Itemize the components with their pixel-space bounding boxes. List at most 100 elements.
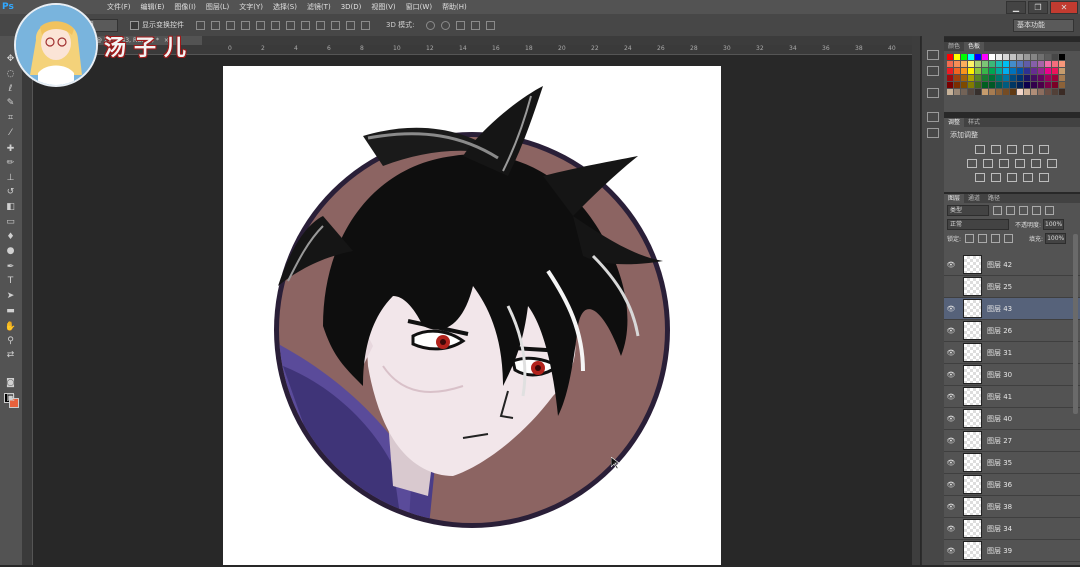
swatch[interactable]	[982, 61, 988, 67]
layer-visibility-icon[interactable]: 👁	[944, 547, 958, 555]
menu-item-9[interactable]: 窗口(W)	[401, 0, 437, 14]
swatch[interactable]	[975, 82, 981, 88]
color-balance-icon[interactable]	[983, 159, 993, 168]
swatch[interactable]	[947, 89, 953, 95]
close-button[interactable]: ✕	[1050, 1, 1078, 14]
swatch[interactable]	[1052, 68, 1058, 74]
swatch[interactable]	[982, 75, 988, 81]
swap-colors-icon[interactable]: ⇄	[4, 350, 17, 361]
align-center-icon[interactable]	[256, 20, 265, 30]
swatch[interactable]	[989, 68, 995, 74]
menu-item-7[interactable]: 3D(D)	[336, 0, 367, 14]
layer-visibility-icon[interactable]: 👁	[944, 415, 958, 423]
swatch[interactable]	[996, 89, 1002, 95]
eraser-tool-icon[interactable]: ◧	[4, 202, 17, 213]
swatch[interactable]	[1045, 89, 1051, 95]
swatch[interactable]	[1038, 82, 1044, 88]
lock-transparent-icon[interactable]	[965, 233, 975, 243]
swatch[interactable]	[1038, 61, 1044, 67]
layer-row[interactable]: 👁 图层 26	[944, 320, 1080, 342]
black-white-icon[interactable]	[999, 159, 1009, 168]
swatch[interactable]	[1059, 89, 1065, 95]
swatch[interactable]	[1003, 61, 1009, 67]
layer-row[interactable]: 👁 图层 38	[944, 496, 1080, 518]
filter-pixel-icon[interactable]	[993, 205, 1002, 215]
swatch[interactable]	[968, 61, 974, 67]
swatch[interactable]	[1003, 89, 1009, 95]
swatch[interactable]	[947, 61, 953, 67]
swatch[interactable]	[1038, 75, 1044, 81]
swatch[interactable]	[1031, 82, 1037, 88]
swatch[interactable]	[996, 68, 1002, 74]
opacity-input[interactable]: 100%	[1043, 218, 1065, 230]
layer-visibility-icon[interactable]: 👁	[944, 437, 958, 445]
filter-smart-object-icon[interactable]	[1045, 205, 1054, 215]
eyedropper-tool-icon[interactable]: ⁄	[4, 128, 17, 139]
brush-preset-icon[interactable]	[927, 112, 939, 122]
swatch[interactable]	[1010, 61, 1016, 67]
swatch[interactable]	[1031, 75, 1037, 81]
gradient-map-icon[interactable]	[1023, 173, 1033, 182]
healing-brush-tool-icon[interactable]: ✚	[4, 144, 17, 155]
swatch[interactable]	[968, 75, 974, 81]
swatch[interactable]	[968, 82, 974, 88]
layer-row[interactable]: 👁 图层 42	[944, 254, 1080, 276]
swatch[interactable]	[947, 75, 953, 81]
history-brush-tool-icon[interactable]: ↺	[4, 187, 17, 198]
layer-row[interactable]: 👁 图层 43	[944, 298, 1080, 320]
swatch[interactable]	[989, 54, 995, 60]
swatch[interactable]	[1003, 54, 1009, 60]
swatch[interactable]	[1010, 68, 1016, 74]
exposure-icon[interactable]	[1023, 145, 1033, 154]
swatch[interactable]	[1031, 68, 1037, 74]
swatch[interactable]	[1010, 54, 1016, 60]
layer-row[interactable]: 👁 图层 41	[944, 386, 1080, 408]
layer-visibility-icon[interactable]: 👁	[944, 503, 958, 511]
selective-color-icon[interactable]	[1039, 173, 1049, 182]
swatch[interactable]	[1010, 89, 1016, 95]
swatch[interactable]	[1045, 82, 1051, 88]
menu-item-5[interactable]: 选择(S)	[268, 0, 302, 14]
swatch[interactable]	[1045, 54, 1051, 60]
align-middle-icon[interactable]	[211, 20, 220, 30]
posterize-icon[interactable]	[991, 173, 1001, 182]
swatch[interactable]	[1059, 54, 1065, 60]
swatch[interactable]	[1052, 89, 1058, 95]
swatch[interactable]	[1045, 68, 1051, 74]
swatch[interactable]	[1017, 54, 1023, 60]
swatch[interactable]	[1038, 89, 1044, 95]
layer-row[interactable]: 👁 图层 40	[944, 408, 1080, 430]
blend-mode-dropdown[interactable]: 正常	[947, 218, 1009, 230]
filter-shape-icon[interactable]	[1032, 205, 1041, 215]
layer-visibility-icon[interactable]: 👁	[944, 371, 958, 379]
3d-slide-icon[interactable]	[471, 20, 481, 30]
menu-item-0[interactable]: 文件(F)	[102, 0, 136, 14]
quick-mask-icon[interactable]: ◙	[4, 378, 17, 389]
swatch[interactable]	[996, 75, 1002, 81]
swatch[interactable]	[961, 75, 967, 81]
lasso-tool-icon[interactable]: ℓ	[4, 84, 17, 95]
levels-icon[interactable]	[991, 145, 1001, 154]
swatch[interactable]	[1024, 61, 1030, 67]
swatch[interactable]	[989, 61, 995, 67]
distribute-left-icon[interactable]	[331, 20, 340, 30]
restore-button[interactable]: ❐	[1028, 1, 1048, 14]
align-bottom-icon[interactable]	[226, 20, 235, 30]
invert-icon[interactable]	[975, 173, 985, 182]
layer-row[interactable]: 👁 图层 36	[944, 474, 1080, 496]
type-tool-icon[interactable]: T	[4, 276, 17, 287]
swatch[interactable]	[1045, 61, 1051, 67]
layer-row[interactable]: 👁 图层 30	[944, 364, 1080, 386]
layer-row[interactable]: 👁 图层 27	[944, 430, 1080, 452]
marquee-tool-icon[interactable]: ◌	[4, 69, 17, 80]
curves-icon[interactable]	[1007, 145, 1017, 154]
shape-tool-icon[interactable]: ▬	[4, 306, 17, 317]
color-lookup-icon[interactable]	[1047, 159, 1057, 168]
layers-scrollbar[interactable]	[1073, 234, 1078, 414]
tab-layers[interactable]: 图层	[944, 194, 965, 203]
distribute-bottom-icon[interactable]	[316, 20, 325, 30]
swatch[interactable]	[982, 68, 988, 74]
play-action-icon[interactable]	[927, 66, 939, 76]
lock-image-icon[interactable]	[978, 233, 988, 243]
channel-mixer-icon[interactable]	[1031, 159, 1041, 168]
